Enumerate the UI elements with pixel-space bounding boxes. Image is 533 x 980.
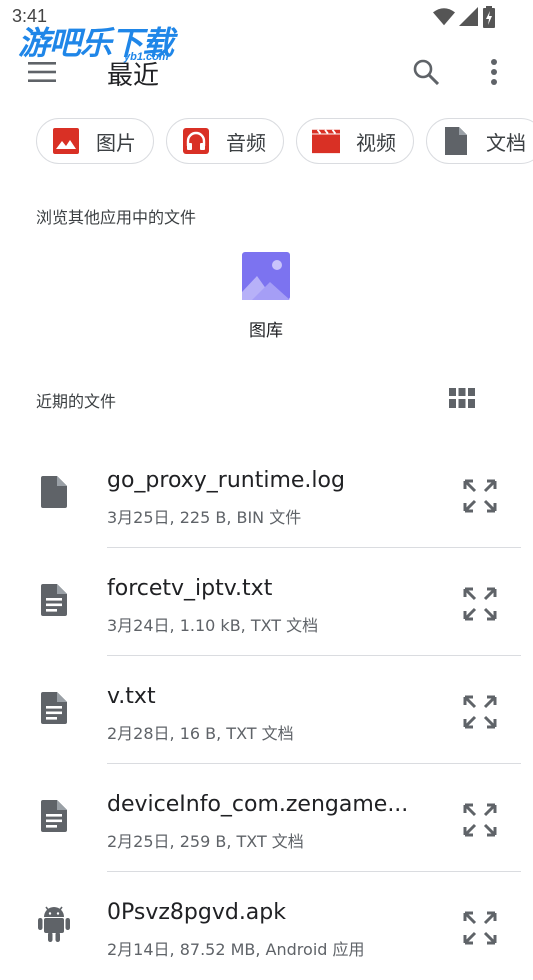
browse-section-label: 浏览其他应用中的文件	[36, 208, 197, 227]
expand-icon	[463, 479, 497, 513]
recent-files-label: 近期的文件	[36, 392, 117, 411]
preview-button[interactable]	[458, 582, 502, 626]
file-meta: 3月24日, 1.10 kB, TXT 文档	[107, 616, 319, 635]
search-icon	[413, 59, 439, 85]
chip-audio[interactable]: 音频	[166, 118, 284, 164]
preview-button[interactable]	[458, 906, 502, 950]
image-icon	[52, 127, 80, 155]
chip-images[interactable]: 图片	[36, 118, 154, 164]
headphones-icon	[182, 127, 210, 155]
expand-icon	[463, 695, 497, 729]
chip-label: 视频	[356, 130, 396, 155]
gallery-app-button[interactable]: 图库	[236, 252, 296, 341]
text-file-icon	[36, 690, 72, 726]
gallery-icon	[242, 252, 290, 300]
file-meta: 2月14日, 87.52 MB, Android 应用	[107, 940, 365, 959]
hamburger-menu-icon	[28, 62, 56, 82]
preview-button[interactable]	[458, 798, 502, 842]
file-row[interactable]: v.txt 2月28日, 16 B, TXT 文档	[0, 656, 533, 764]
chip-label: 图片	[96, 130, 136, 155]
file-name: go_proxy_runtime.log	[107, 468, 345, 493]
expand-icon	[463, 587, 497, 621]
file-meta: 3月25日, 225 B, BIN 文件	[107, 508, 302, 527]
signal-icon	[459, 7, 478, 26]
app-bar: 最近	[0, 40, 533, 104]
more-options-button[interactable]	[472, 50, 516, 94]
document-icon	[442, 127, 470, 155]
battery-icon	[483, 6, 495, 28]
file-name: deviceInfo_com.zengame....	[107, 792, 407, 817]
page-title: 最近	[107, 61, 160, 91]
chip-label: 文档	[486, 130, 526, 155]
file-name: forcetv_iptv.txt	[107, 576, 273, 601]
file-meta: 2月25日, 259 B, TXT 文档	[107, 832, 304, 851]
text-file-icon	[36, 582, 72, 618]
file-name: v.txt	[107, 684, 156, 709]
expand-icon	[463, 911, 497, 945]
more-vert-icon	[491, 59, 497, 85]
android-icon	[36, 906, 72, 942]
file-icon	[36, 474, 72, 510]
file-row[interactable]: deviceInfo_com.zengame.... 2月25日, 259 B,…	[0, 764, 533, 872]
file-row[interactable]: 0Psvz8pgvd.apk 2月14日, 87.52 MB, Android …	[0, 872, 533, 980]
grid-view-toggle[interactable]	[442, 378, 482, 418]
chip-documents[interactable]: 文档	[426, 118, 533, 164]
preview-button[interactable]	[458, 474, 502, 518]
file-row[interactable]: forcetv_iptv.txt 3月24日, 1.10 kB, TXT 文档	[0, 548, 533, 656]
filter-chips: 图片 音频 视频 文档	[36, 118, 533, 166]
search-button[interactable]	[404, 50, 448, 94]
grid-view-icon	[449, 388, 475, 408]
chip-label: 音频	[226, 130, 266, 155]
text-file-icon	[36, 798, 72, 834]
preview-button[interactable]	[458, 690, 502, 734]
movie-icon	[312, 127, 340, 155]
file-row[interactable]: go_proxy_runtime.log 3月25日, 225 B, BIN 文…	[0, 440, 533, 548]
wifi-icon	[433, 8, 455, 26]
expand-icon	[463, 803, 497, 837]
chip-video[interactable]: 视频	[296, 118, 414, 164]
menu-button[interactable]	[22, 52, 62, 92]
file-name: 0Psvz8pgvd.apk	[107, 900, 286, 925]
status-icons	[433, 6, 495, 28]
gallery-label: 图库	[249, 321, 283, 341]
file-meta: 2月28日, 16 B, TXT 文档	[107, 724, 294, 743]
